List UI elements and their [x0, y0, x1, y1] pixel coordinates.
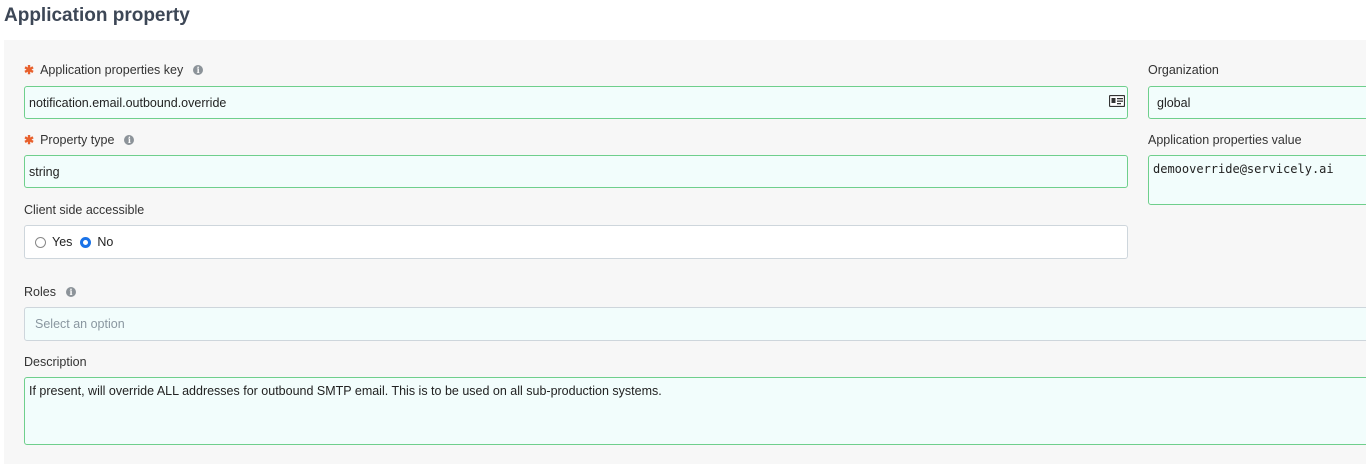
key-label: Application properties key — [40, 63, 184, 77]
organization-label-row: Organization — [1148, 63, 1219, 77]
properties-value-label: Application properties value — [1148, 133, 1302, 147]
contact-card-icon[interactable] — [1109, 95, 1125, 107]
property-type-select[interactable]: string — [24, 155, 1128, 188]
roles-label-row: Roles i — [24, 285, 76, 299]
properties-value-text: demooverride@servicely.ai — [1153, 162, 1334, 176]
property-type-label-row: ✱ Property type i — [24, 133, 135, 147]
key-label-row: ✱ Application properties key i — [24, 63, 204, 77]
required-marker: ✱ — [24, 133, 35, 147]
description-label-row: Description — [24, 355, 87, 369]
radio-no-label[interactable]: No — [97, 235, 113, 249]
client-side-label-row: Client side accessible — [24, 203, 144, 217]
key-input-value: notification.email.outbound.override — [29, 95, 227, 110]
required-marker: ✱ — [24, 63, 35, 77]
info-icon[interactable]: i — [124, 135, 135, 145]
radio-yes[interactable] — [35, 236, 46, 248]
properties-value-label-row: Application properties value — [1148, 133, 1302, 147]
description-label: Description — [24, 355, 87, 369]
property-type-value: string — [29, 164, 60, 179]
organization-input[interactable]: global — [1148, 86, 1366, 119]
roles-select[interactable]: Select an option — [24, 307, 1366, 341]
info-icon[interactable]: i — [65, 287, 76, 297]
page-title: Application property — [4, 5, 190, 26]
radio-no[interactable] — [80, 236, 92, 248]
property-type-label: Property type — [40, 133, 115, 147]
description-text: If present, will override ALL addresses … — [29, 384, 662, 398]
client-side-radio-group: Yes No — [24, 225, 1128, 259]
roles-placeholder: Select an option — [35, 317, 125, 331]
properties-value-textarea[interactable]: demooverride@servicely.ai — [1148, 155, 1366, 205]
radio-yes-label[interactable]: Yes — [52, 235, 72, 249]
description-textarea[interactable]: If present, will override ALL addresses … — [24, 377, 1366, 445]
roles-label: Roles — [24, 285, 56, 299]
organization-label: Organization — [1148, 63, 1219, 77]
organization-value: global — [1157, 95, 1191, 110]
info-icon[interactable]: i — [193, 65, 204, 75]
client-side-label: Client side accessible — [24, 203, 145, 217]
key-input[interactable]: notification.email.outbound.override — [24, 86, 1128, 119]
